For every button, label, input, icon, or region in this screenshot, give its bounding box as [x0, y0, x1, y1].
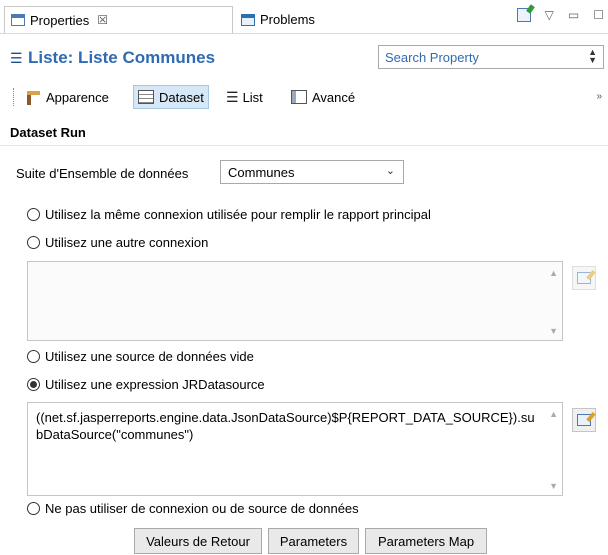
property-subtabs: Apparence Dataset ☰ List Avancé » — [0, 82, 608, 112]
radio-same-connection[interactable]: Utilisez la même connexion utilisée pour… — [27, 206, 431, 222]
chevron-down-icon: ⌄ — [385, 165, 395, 177]
section-divider — [0, 145, 608, 146]
scroll-down-icon[interactable]: ▼ — [549, 481, 558, 491]
radio-empty-datasource-label: Utilisez une source de données vide — [45, 348, 254, 364]
tab-problems[interactable]: Problems — [235, 6, 345, 33]
radio-button[interactable] — [27, 207, 40, 221]
scrollbar[interactable]: ▲ ▼ — [546, 403, 562, 495]
radio-other-connection-label: Utilisez une autre connexion — [45, 234, 209, 250]
edit-datasource-expression-button[interactable] — [572, 408, 596, 432]
subtab-apparence[interactable]: Apparence — [20, 85, 113, 109]
view-menu-icon[interactable]: ▽ — [545, 8, 554, 22]
datasource-expression-text[interactable]: ((net.sf.jasperreports.engine.data.JsonD… — [36, 409, 538, 443]
radio-button[interactable] — [27, 235, 40, 249]
radio-no-connection-label: Ne pas utiliser de connexion ou de sourc… — [45, 500, 359, 516]
dataset-select-value: Communes — [228, 165, 295, 180]
return-values-button[interactable]: Valeurs de Retour — [134, 528, 262, 554]
connection-expression-field[interactable]: ▲ ▼ — [27, 261, 563, 341]
subtab-avance[interactable]: Avancé — [287, 85, 359, 109]
subtab-list[interactable]: ☰ List — [222, 85, 267, 109]
view-controls: ▽ ▭ ☐ — [516, 8, 604, 22]
edit-view-icon[interactable] — [516, 8, 531, 22]
dataset-label: Suite d'Ensemble de données — [16, 166, 189, 181]
radio-empty-datasource[interactable]: Utilisez une source de données vide — [27, 348, 254, 364]
close-tab-icon[interactable]: ☒ — [97, 13, 108, 27]
datasource-expression-field[interactable]: ((net.sf.jasperreports.engine.data.JsonD… — [27, 402, 563, 496]
edit-connection-expression-button[interactable] — [572, 266, 596, 290]
subtab-avance-label: Avancé — [312, 89, 356, 105]
radio-same-connection-label: Utilisez la même connexion utilisée pour… — [45, 206, 431, 222]
tab-properties-label: Properties — [30, 12, 90, 28]
toolbar-grip — [13, 88, 16, 106]
view-tab-bar: Properties ☒ Problems ▽ ▭ ☐ — [0, 0, 608, 34]
properties-header: ☰ Liste: Liste Communes ▲▼ — [0, 45, 608, 73]
edit-expression-icon — [577, 414, 591, 426]
subtab-apparence-label: Apparence — [46, 89, 109, 105]
subtab-list-label: List — [242, 89, 263, 105]
search-spinner-icon[interactable]: ▲ ▼ — [588, 48, 597, 65]
properties-icon — [11, 14, 25, 26]
list-icon: ☰ — [226, 88, 239, 105]
parameters-map-button[interactable]: Parameters Map — [365, 528, 487, 554]
minimize-icon[interactable]: ▭ — [568, 8, 579, 22]
radio-jr-expression-label: Utilisez une expression JRDatasource — [45, 376, 265, 392]
radio-button[interactable] — [27, 501, 40, 515]
radio-button-selected[interactable] — [27, 377, 40, 391]
radio-jr-expression[interactable]: Utilisez une expression JRDatasource — [27, 376, 265, 392]
search-property-input[interactable] — [379, 46, 569, 68]
tab-properties[interactable]: Properties ☒ — [4, 6, 233, 33]
apparence-icon — [24, 89, 40, 105]
section-title: Dataset Run — [10, 125, 86, 140]
table-icon — [291, 90, 307, 104]
edit-expression-icon — [577, 272, 591, 284]
problems-icon — [241, 13, 255, 26]
scroll-up-icon[interactable]: ▲ — [549, 268, 558, 278]
dataset-select[interactable]: Communes ⌄ — [220, 160, 404, 184]
subtab-dataset[interactable]: Dataset — [133, 85, 209, 109]
page-title: Liste: Liste Communes — [28, 48, 216, 67]
dataset-icon — [138, 90, 154, 104]
maximize-icon[interactable]: ☐ — [593, 8, 604, 22]
more-tabs-icon[interactable]: » — [596, 91, 602, 102]
radio-other-connection[interactable]: Utilisez une autre connexion — [27, 234, 208, 250]
list-icon: ☰ — [10, 50, 23, 66]
scrollbar[interactable]: ▲ ▼ — [546, 262, 562, 340]
scroll-up-icon[interactable]: ▲ — [549, 409, 558, 419]
scroll-down-icon[interactable]: ▼ — [549, 326, 558, 336]
radio-button[interactable] — [27, 349, 40, 363]
subtab-dataset-label: Dataset — [159, 89, 204, 105]
tab-problems-label: Problems — [260, 12, 315, 27]
parameters-button[interactable]: Parameters — [268, 528, 359, 554]
radio-no-connection[interactable]: Ne pas utiliser de connexion ou de sourc… — [27, 500, 359, 516]
search-property-box[interactable]: ▲▼ — [378, 45, 604, 69]
